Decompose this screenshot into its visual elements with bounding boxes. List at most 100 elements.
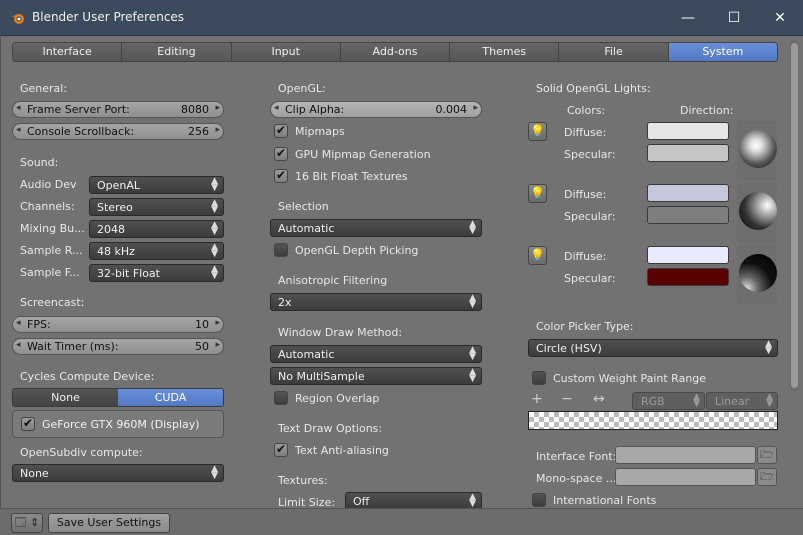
tab-file[interactable]: File [559,43,669,61]
close-button[interactable]: ✕ [762,6,798,30]
folder-icon[interactable]: 🗁 [757,446,777,464]
depth-picking-label: OpenGL Depth Picking [295,244,419,257]
blender-logo-icon [11,14,24,24]
mipmaps-label: Mipmaps [295,125,345,138]
tab-themes[interactable]: Themes [450,43,560,61]
remove-stop-icon[interactable]: − [561,391,573,407]
light-3-toggle-bulb-icon[interactable]: 💡 [528,246,547,265]
audio-device-label: Audio Dev [20,178,77,191]
clip-alpha-field[interactable]: Clip Alpha: 0.004 [270,101,482,118]
light-1-diffuse-swatch[interactable] [647,122,729,140]
general-heading: General: [20,82,68,95]
console-scrollback-field[interactable]: Console Scrollback: 256 [12,123,224,140]
gpu-device-label: GeForce GTX 960M (Display) [42,418,200,431]
preferences-tabs: Interface Editing Input Add-ons Themes F… [12,42,778,62]
mixing-buffer-dropdown[interactable]: 2048 ▲ ▼ [89,220,224,238]
light-1-diffuse-label: Diffuse: [564,126,607,139]
sample-format-value: 32-bit Float [97,267,160,280]
light-2-toggle-bulb-icon[interactable]: 💡 [528,184,547,203]
opensubdiv-dropdown[interactable]: None ▲ ▼ [12,464,224,482]
light-2-specular-swatch[interactable] [647,206,729,224]
window-draw-dropdown[interactable]: Automatic ▲ ▼ [270,345,482,363]
mixing-buffer-value: 2048 [97,223,125,236]
compute-none-button[interactable]: None [13,389,118,406]
save-user-settings-button[interactable]: Save User Settings [48,513,170,533]
textures-heading: Textures: [278,474,328,487]
light-3-specular-swatch[interactable] [647,268,729,286]
mipmaps-checkbox[interactable] [274,123,288,138]
frame-server-port-field[interactable]: Frame Server Port: 8080 [12,101,224,118]
selection-heading: Selection [278,200,329,213]
light-2-diffuse-swatch[interactable] [647,184,729,202]
international-fonts-checkbox[interactable] [532,493,546,507]
color-picker-dropdown[interactable]: Circle (HSV) ▲ ▼ [528,339,778,357]
light-2-direction-sphere[interactable] [737,183,777,243]
sample-rate-dropdown[interactable]: 48 kHz ▲ ▼ [89,242,224,260]
minimize-button[interactable]: — [670,6,706,30]
gpu-mipmap-checkbox[interactable] [274,146,288,161]
maximize-button[interactable]: ☐ [716,6,752,30]
editor-type-button[interactable]: 🗔 ⇕ [11,513,43,533]
region-overlap-checkbox[interactable] [274,391,288,405]
channels-dropdown[interactable]: Stereo ▲ ▼ [89,198,224,216]
ramp-interpolation-value: Linear [715,395,750,408]
light-1-specular-swatch[interactable] [647,144,729,162]
light-3-diffuse-label: Diffuse: [564,250,607,263]
audio-device-dropdown[interactable]: OpenAL ▲ ▼ [89,176,224,194]
light-1-toggle-bulb-icon[interactable]: 💡 [528,122,547,141]
multisample-value: No MultiSample [278,370,365,383]
frame-server-port-value: 8080 [181,103,209,116]
depth-picking-checkbox[interactable] [274,243,288,257]
text-draw-heading: Text Draw Options: [278,422,383,435]
weight-paint-checkbox[interactable] [532,371,546,385]
float-textures-checkbox[interactable] [274,168,288,183]
text-antialiasing-checkbox[interactable] [274,442,288,457]
light-3-diffuse-swatch[interactable] [647,246,729,264]
colors-label: Colors: [567,104,606,117]
ramp-color-mode-dropdown[interactable]: RGB ▲ ▼ [632,392,705,410]
wait-timer-field[interactable]: Wait Timer (ms): 50 [12,338,224,355]
console-scrollback-value: 256 [188,125,209,138]
tab-input[interactable]: Input [231,43,341,61]
frame-server-port-label: Frame Server Port: [27,103,130,116]
updown-arrow-icon: ▲ ▼ [211,264,218,281]
light-3-direction-ball [739,254,777,292]
clip-alpha-label: Clip Alpha: [285,103,345,116]
anisotropic-dropdown[interactable]: 2x ▲ ▼ [270,293,482,311]
opensubdiv-value: None [20,467,49,480]
mono-font-field[interactable] [615,468,756,486]
ramp-interpolation-dropdown[interactable]: Linear ▲ ▼ [706,392,778,410]
folder-icon[interactable]: 🗁 [757,468,777,486]
interface-font-label: Interface Font: [536,450,617,463]
light-1-direction-sphere[interactable] [737,121,777,181]
compute-cuda-button[interactable]: CUDA [118,389,223,406]
interface-font-field[interactable] [615,446,756,464]
fps-field[interactable]: FPS: 10 [12,316,224,333]
updown-arrow-icon: ▲ ▼ [469,367,476,384]
anisotropic-heading: Anisotropic Filtering [278,274,388,287]
tab-system[interactable]: System [668,43,777,61]
tab-addons[interactable]: Add-ons [340,43,451,61]
weight-paint-label: Custom Weight Paint Range [553,372,707,385]
sample-format-dropdown[interactable]: 32-bit Float ▲ ▼ [89,264,224,282]
weight-color-ramp[interactable] [528,411,778,430]
mixing-buffer-label: Mixing Bu... [20,222,85,235]
selection-dropdown[interactable]: Automatic ▲ ▼ [270,219,482,237]
sample-rate-label: Sample R... [20,244,83,257]
selection-value: Automatic [278,222,335,235]
add-stop-icon[interactable]: + [531,391,543,407]
tab-editing[interactable]: Editing [122,43,232,61]
light-3-specular-label: Specular: [564,272,616,285]
updown-arrow-icon: ▲ ▼ [469,345,476,362]
preferences-content: Interface Editing Input Add-ons Themes F… [0,37,803,510]
multisample-dropdown[interactable]: No MultiSample ▲ ▼ [270,367,482,385]
tab-interface[interactable]: Interface [13,43,123,61]
flip-ramp-icon[interactable]: ↔ [593,391,605,407]
light-3-direction-sphere[interactable] [737,245,777,305]
scrollbar-thumb[interactable] [791,43,798,388]
ramp-color-mode-value: RGB [641,395,665,408]
light-2-diffuse-label: Diffuse: [564,188,607,201]
screencast-heading: Screencast: [20,296,85,309]
window-draw-value: Automatic [278,348,335,361]
gpu-device-checkbox[interactable] [21,416,35,431]
